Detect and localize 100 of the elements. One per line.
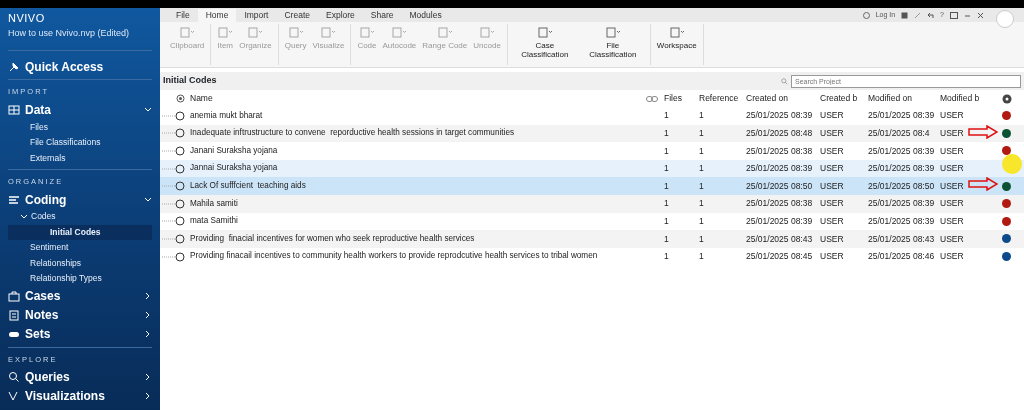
table-cell-text: 1 — [699, 232, 705, 246]
add-icon — [176, 94, 185, 103]
link-icon — [646, 95, 658, 102]
nav-icon — [8, 193, 20, 206]
table-row[interactable]: Janani Suraksha yojana 1 1 25/01/2025 08:38 USER 25/01/2025 08:39 USER — [160, 142, 1024, 160]
sidebar-item[interactable]: Coding — [8, 190, 152, 209]
sidebar-item[interactable]: Relationships — [8, 255, 152, 271]
sidebar-item[interactable]: Initial Codes — [8, 224, 152, 240]
table-cell-text: USER — [820, 250, 845, 263]
tool-icon — [668, 26, 685, 38]
table-cell-text: 25/01/2025 08:45 — [746, 250, 814, 263]
column-header[interactable]: Files — [664, 92, 699, 105]
ribbon-tab[interactable]: Import — [236, 9, 277, 22]
close-icon — [977, 11, 984, 19]
sidebar-item[interactable]: Data — [8, 100, 152, 120]
table-cell-text: 25/01/2025 08:39 — [868, 162, 936, 175]
table-cell-text: 25/01/2025 08:38 — [746, 144, 814, 158]
ribbon-tab[interactable]: Create — [276, 9, 318, 22]
table-cell-text: USER — [820, 232, 845, 246]
table-cell-text: 25/01/2025 08:39 — [868, 109, 936, 123]
sidebar-item[interactable]: Codes — [8, 209, 152, 225]
ribbon-tab[interactable]: Explore — [318, 9, 363, 22]
column-header[interactable]: Reference — [699, 92, 746, 105]
table-cell-text: USER — [940, 109, 965, 123]
table-row[interactable]: mata Samithi 1 1 25/01/2025 08:39 USER 25/01/2025 08:39 USER — [160, 212, 1024, 231]
table-cell-text: USER — [940, 250, 965, 263]
sidebar-item[interactable]: Sentiment — [8, 240, 152, 256]
table-cell-text: 25/01/2025 08:43 — [868, 232, 936, 246]
table-row[interactable]: Inadequate inftrustructure to convene reporductive health sessions in target communities 1 1 25/01/2025 08:48 USER 25/01/2025 08:4 USER — [160, 124, 1024, 143]
table-cell-text: USER — [940, 215, 965, 228]
table-cell-text: Providing finacail incentives to community health workers to provide reprodcutive health services to tribal women — [190, 250, 599, 263]
tool-icon — [287, 26, 304, 38]
column-header[interactable]: Modified on — [868, 92, 940, 105]
tool-icon — [358, 26, 375, 38]
table-cell-text: USER — [820, 197, 845, 211]
table-cell-text: 1 — [664, 250, 670, 263]
sidebar-item[interactable]: Relationship Types — [8, 271, 152, 287]
tool-icon — [479, 26, 496, 38]
table-cell-text: 25/01/2025 08:50 — [746, 179, 814, 193]
ribbon-tab[interactable]: File — [168, 9, 198, 22]
column-header[interactable]: Created on — [746, 92, 820, 105]
table-cell-text: 1 — [664, 109, 670, 123]
table-cell-text: USER — [820, 127, 845, 140]
sidebar-item[interactable]: Files — [8, 119, 152, 135]
ribbon-button[interactable]: Workspace — [653, 24, 700, 65]
project-name: How to use Nvivo.nvp (Edited) — [8, 26, 152, 51]
table-cell-text: USER — [820, 144, 845, 158]
table-row[interactable]: Lack Of sufffcient teaching aids 1 1 25/01/2025 08:50 USER 25/01/2025 08:50 USER — [160, 177, 1024, 195]
table-cell-text: 25/01/2025 08:4 — [868, 127, 931, 140]
table-cell-text: 1 — [664, 179, 670, 193]
nav-icon — [8, 60, 20, 73]
table-row[interactable]: Jannai Suraksha yojana 1 1 25/01/2025 08:39 USER 25/01/2025 08:39 USER — [160, 159, 1024, 178]
table-cell-text: Jannai Suraksha yojana — [190, 162, 279, 175]
nav-icon — [8, 390, 20, 403]
table-cell-text: 25/01/2025 08:39 — [746, 109, 814, 123]
tool-icon — [536, 26, 553, 38]
ribbon-tab[interactable]: Share — [362, 9, 402, 22]
sidebar-item[interactable]: Notes — [8, 305, 152, 325]
sidebar-item[interactable]: Quick Access — [8, 57, 152, 76]
column-header[interactable]: Modified b — [940, 92, 1002, 105]
table-cell-text: 1 — [664, 197, 670, 211]
table-cell-text: 25/01/2025 08:50 — [868, 179, 936, 193]
sidebar-item[interactable]: File Classifications — [8, 134, 152, 151]
table-cell-text: 1 — [664, 127, 670, 140]
table-cell-text: 25/01/2025 08:39 — [868, 197, 936, 211]
table-cell-text: USER — [940, 144, 965, 158]
undo-icon — [927, 11, 935, 19]
table-row[interactable]: Providing finacial incentives for women who seek reproductive health services 1 1 25/01/2025 08:43 USER 25/01/2025 08:43 USER — [160, 230, 1024, 248]
column-header[interactable]: Name — [190, 92, 646, 105]
ribbon-tab[interactable]: Modules — [401, 9, 450, 22]
table-cell-text: USER — [940, 127, 965, 140]
column-header[interactable]: Created b — [820, 92, 868, 105]
table-cell-text: 25/01/2025 08:43 — [746, 232, 814, 246]
sidebar-item[interactable]: Queries — [8, 367, 152, 387]
table-cell-text: 25/01/2025 08:39 — [746, 215, 814, 228]
nav-icon — [8, 371, 20, 384]
table-cell-text: USER — [820, 109, 845, 123]
sidebar-item[interactable]: Sets — [8, 324, 152, 344]
tool-icon — [320, 26, 337, 38]
table-cell-text: 25/01/2025 08:39 — [868, 144, 936, 158]
view-title: Initial Codes — [163, 74, 217, 88]
table-cell-text: USER — [940, 162, 965, 175]
ribbon-button[interactable]: Case Classification — [510, 24, 579, 65]
table-cell-text: 1 — [699, 162, 705, 175]
sidebar-item[interactable]: Externals — [8, 150, 152, 166]
table-cell-text: USER — [820, 179, 845, 193]
edit-icon — [914, 11, 922, 19]
sidebar-item[interactable]: Cases — [8, 286, 152, 306]
table-cell-text: 1 — [699, 215, 705, 228]
save-icon — [901, 11, 909, 19]
table-cell-text: USER — [940, 232, 965, 246]
ribbon-button[interactable]: File Classification — [578, 24, 647, 65]
sidebar-item[interactable]: Visualizations — [8, 386, 152, 406]
window-icon — [950, 11, 958, 19]
ribbon-tab[interactable]: Home — [197, 9, 237, 22]
tool-icon — [179, 26, 196, 38]
table-row[interactable]: anemia mukt bharat 1 1 25/01/2025 08:39 USER 25/01/2025 08:39 USER — [160, 107, 1024, 125]
table-cell-text: USER — [940, 179, 965, 193]
table-row[interactable]: Providing finacail incentives to community health workers to provide reprodcutive health services to tribal women 1 1 25/01/2025 08:45 USER 25/01/2025 08:46 USER — [160, 247, 1024, 266]
nav-icon — [8, 309, 20, 321]
